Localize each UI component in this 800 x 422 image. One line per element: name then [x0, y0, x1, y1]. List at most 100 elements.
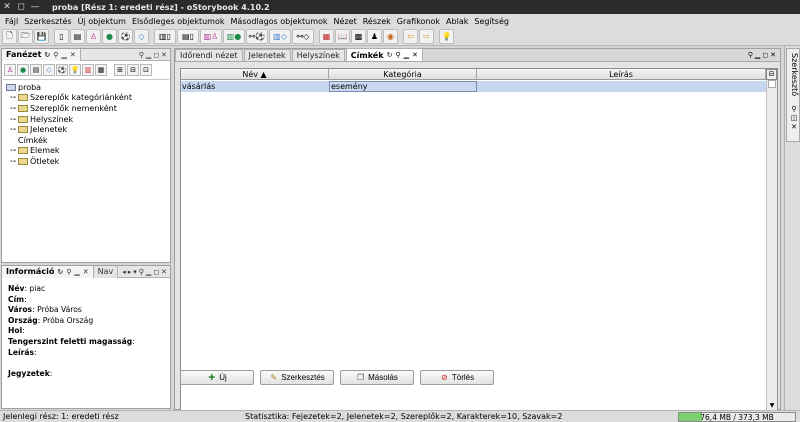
main-tab[interactable]: Címkék ↻ ⚲ ▁ ✕	[345, 48, 423, 61]
new-file-icon[interactable]: 🗋	[2, 29, 17, 44]
tree-node[interactable]: ⊶ Helyszínek	[3, 114, 169, 125]
expand-all-icon[interactable]: ⊟	[127, 64, 139, 76]
table-row[interactable]: vásárlás esemény	[181, 81, 766, 92]
pin-icon[interactable]: ⚲	[139, 268, 144, 276]
new-location-icon[interactable]: ●	[102, 29, 117, 44]
chronological-view-icon[interactable]: ▦	[319, 29, 334, 44]
expand-icon[interactable]: ⊶	[10, 158, 18, 165]
close-icon[interactable]: ✕	[791, 123, 797, 131]
memory-indicator[interactable]: 76,4 MB / 373,3 MB	[678, 412, 796, 422]
pin-icon[interactable]: ⚲	[791, 105, 796, 113]
maximize-icon[interactable]: ◻	[762, 51, 768, 59]
refresh-icon[interactable]: ↻	[387, 51, 393, 59]
pin-icon[interactable]: ⚲	[66, 268, 71, 276]
refresh-icon[interactable]: ↻	[44, 51, 50, 59]
edit-button[interactable]: ✎ Szerkesztés	[260, 370, 334, 385]
scenes-view-icon[interactable]: ▤▯	[177, 29, 199, 44]
idea-icon[interactable]: 💡	[439, 29, 454, 44]
tree-node[interactable]: ⊶ Ötletek	[3, 156, 169, 167]
minimize-icon[interactable]: ▁	[404, 51, 409, 59]
new-chapter-icon[interactable]: ▯	[54, 29, 69, 44]
main-tab[interactable]: Jelenetek	[243, 49, 291, 61]
table-cell[interactable]: vásárlás	[181, 81, 329, 92]
menu-item[interactable]: Részek	[360, 17, 394, 26]
maximize-icon[interactable]: ◻	[153, 268, 159, 276]
expand-icon[interactable]: ⊶	[10, 105, 18, 112]
tree-node[interactable]: ⊶ Elemek	[3, 146, 169, 157]
column-control-icon[interactable]: ⊟	[766, 69, 777, 80]
refresh-icon[interactable]: ↻	[57, 268, 63, 276]
tab-list-icon[interactable]: ▾	[133, 268, 137, 276]
pin-icon[interactable]: ⚲	[395, 51, 400, 59]
close-window-icon[interactable]: ✕	[0, 0, 14, 14]
close-icon[interactable]: ✕	[412, 51, 418, 59]
column-header[interactable]: Kategória	[329, 69, 477, 80]
minimize-icon[interactable]: ▁	[74, 268, 79, 276]
maximize-window-icon[interactable]: ◻	[14, 0, 28, 14]
tab-scroll-left-icon[interactable]: ◂	[122, 268, 126, 276]
scene-filter-icon[interactable]: ▤	[30, 64, 42, 76]
table-cell[interactable]: esemény	[329, 81, 477, 92]
menu-item[interactable]: Elsődleges objektumok	[129, 17, 228, 26]
new-tag-icon[interactable]: ◇	[134, 29, 149, 44]
menu-item[interactable]: Új objektum	[75, 17, 129, 26]
pin-icon[interactable]: ⚲	[748, 51, 753, 59]
menu-item[interactable]: Szerkesztés	[21, 17, 74, 26]
save-icon[interactable]: 💾	[34, 29, 49, 44]
relations-view-icon[interactable]: ⚯⚽	[246, 29, 268, 44]
tags-view-icon[interactable]: ▥◇	[269, 29, 291, 44]
table-cell[interactable]	[477, 81, 766, 92]
tab-tree-view[interactable]: Fanézet ↻ ⚲ ▁ ✕	[2, 48, 81, 61]
minimize-icon[interactable]: ▁	[146, 268, 151, 276]
expand-icon[interactable]: ⊶	[10, 116, 18, 123]
main-tab[interactable]: Időrendi nézet	[175, 49, 243, 61]
new-item-icon[interactable]: ⚽	[118, 29, 133, 44]
restore-icon[interactable]: ◫	[791, 114, 798, 122]
close-icon[interactable]: ✕	[70, 51, 76, 59]
copy-button[interactable]: ❐ Másolás	[340, 370, 414, 385]
menu-item[interactable]: Másodlagos objektumok	[228, 17, 331, 26]
close-icon[interactable]: ✕	[83, 268, 89, 276]
column-header[interactable]: Leírás	[477, 69, 766, 80]
tab-navigation[interactable]: Nav	[93, 265, 119, 278]
new-person-icon[interactable]: ♙	[86, 29, 101, 44]
menu-item[interactable]: Ablak	[443, 17, 471, 26]
expand-icon[interactable]: ⊶	[10, 126, 18, 133]
location-filter-icon[interactable]: ●	[17, 64, 29, 76]
column-header[interactable]: Név ▲	[181, 69, 329, 80]
reading-icon[interactable]: ◉	[383, 29, 398, 44]
previous-part-icon[interactable]: ⇦	[403, 29, 418, 44]
idea-filter-icon[interactable]: 💡	[69, 64, 81, 76]
person-filter-icon[interactable]: ♙	[4, 64, 16, 76]
grid-filter-icon[interactable]: ▦	[95, 64, 107, 76]
open-file-icon[interactable]: 🗁	[18, 29, 33, 44]
tag-filter-icon[interactable]: ◇	[43, 64, 55, 76]
menu-item[interactable]: Nézet	[331, 17, 360, 26]
persons-view-icon[interactable]: ▥♙	[200, 29, 222, 44]
minimize-icon[interactable]: ▁	[61, 51, 66, 59]
new-scene-icon[interactable]: ▤	[70, 29, 85, 44]
menu-item[interactable]: Grafikonok	[394, 17, 443, 26]
close-icon[interactable]: ✕	[770, 51, 776, 59]
item-filter-icon[interactable]: ⚽	[56, 64, 68, 76]
scrollbar-thumb[interactable]	[768, 80, 776, 88]
show-all-icon[interactable]: ⊞	[114, 64, 126, 76]
pin-icon[interactable]: ⚲	[53, 51, 58, 59]
maximize-icon[interactable]: ◻	[153, 51, 159, 59]
expand-icon[interactable]: ⊶	[10, 147, 18, 154]
minimize-icon[interactable]: ▁	[755, 51, 760, 59]
collapse-all-icon[interactable]: ⊡	[140, 64, 152, 76]
editor-side-tab[interactable]: Szerkesztő ⚲ ◫ ✕	[786, 48, 800, 142]
pin-icon[interactable]: ⚲	[139, 51, 144, 59]
memoria-icon[interactable]: ♟	[367, 29, 382, 44]
tree-node[interactable]: ⊶ Szereplők kategóriánként	[3, 93, 169, 104]
locations-view-icon[interactable]: ▥●	[223, 29, 245, 44]
menu-item[interactable]: Fájl	[2, 17, 21, 26]
chapters-view-icon[interactable]: ▥▯	[154, 29, 176, 44]
next-part-icon[interactable]: ⇨	[419, 29, 434, 44]
delete-button[interactable]: ⊘ Törlés	[420, 370, 494, 385]
tree-node[interactable]: proba	[3, 82, 169, 93]
tab-information[interactable]: Információ ↻ ⚲ ▁ ✕	[2, 265, 94, 278]
book-view-icon[interactable]: 📖	[335, 29, 350, 44]
main-tab[interactable]: Helyszínek	[291, 49, 345, 61]
